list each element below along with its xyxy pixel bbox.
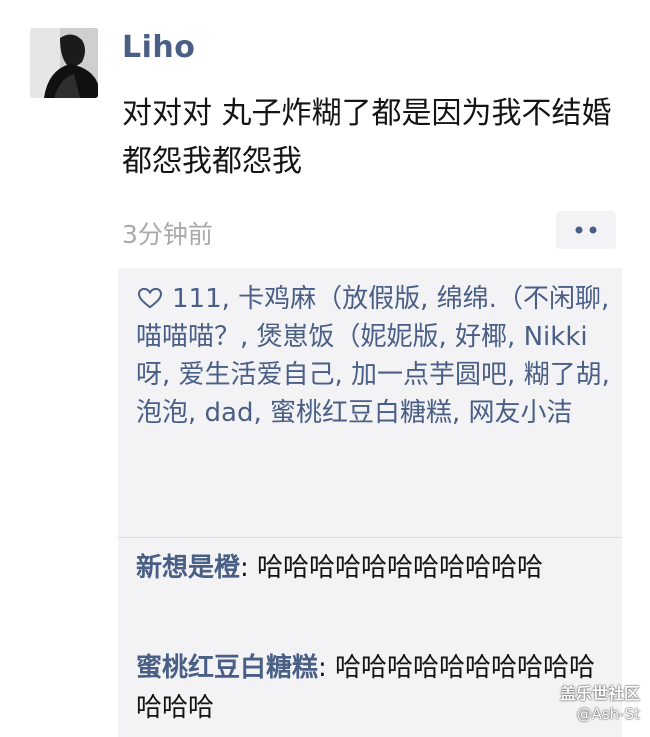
comment-author[interactable]: 新想是橙 (136, 553, 240, 583)
avatar[interactable] (30, 28, 98, 98)
post-timestamp: 3分钟前 (122, 220, 213, 249)
more-options-button[interactable] (556, 211, 616, 249)
likes-text[interactable]: 111, 卡鸡麻（放假版, 绵绵.（不闲聊, 喵喵喵？, 煲崽饭（妮妮版, 好椰… (136, 284, 610, 428)
comment-item[interactable]: 新想是橙: 哈哈哈哈哈哈哈哈哈哈哈 (136, 548, 610, 588)
divider (118, 537, 622, 538)
comment-item[interactable]: 蜜桃红豆白糖糕: 哈哈哈哈哈哈哈哈哈哈哈哈哈 (136, 648, 610, 728)
likes-list: 111, 卡鸡麻（放假版, 绵绵.（不闲聊, 喵喵喵？, 煲崽饭（妮妮版, 好椰… (136, 280, 610, 432)
comment-text: 哈哈哈哈哈哈哈哈哈哈哈 (257, 553, 544, 583)
avatar-photo (30, 28, 98, 98)
more-dots-icon (575, 226, 597, 234)
watermark-brand: 盖乐世社区 (559, 684, 640, 703)
comment-separator: : (240, 553, 258, 583)
watermark-handle: @Ash-St (576, 705, 640, 723)
heart-outline-icon (137, 287, 163, 309)
comment-separator: : (318, 653, 336, 683)
likes-comments-panel: 111, 卡鸡麻（放假版, 绵绵.（不闲聊, 喵喵喵？, 煲崽饭（妮妮版, 好椰… (118, 268, 622, 737)
post-content: 对对对 丸子炸糊了都是因为我不结婚 都怨我都怨我 (122, 96, 612, 179)
comment-author[interactable]: 蜜桃红豆白糖糕 (136, 653, 318, 683)
username[interactable]: Liho (122, 30, 195, 65)
watermark: 盖乐世社区 @Ash-St (560, 683, 640, 725)
